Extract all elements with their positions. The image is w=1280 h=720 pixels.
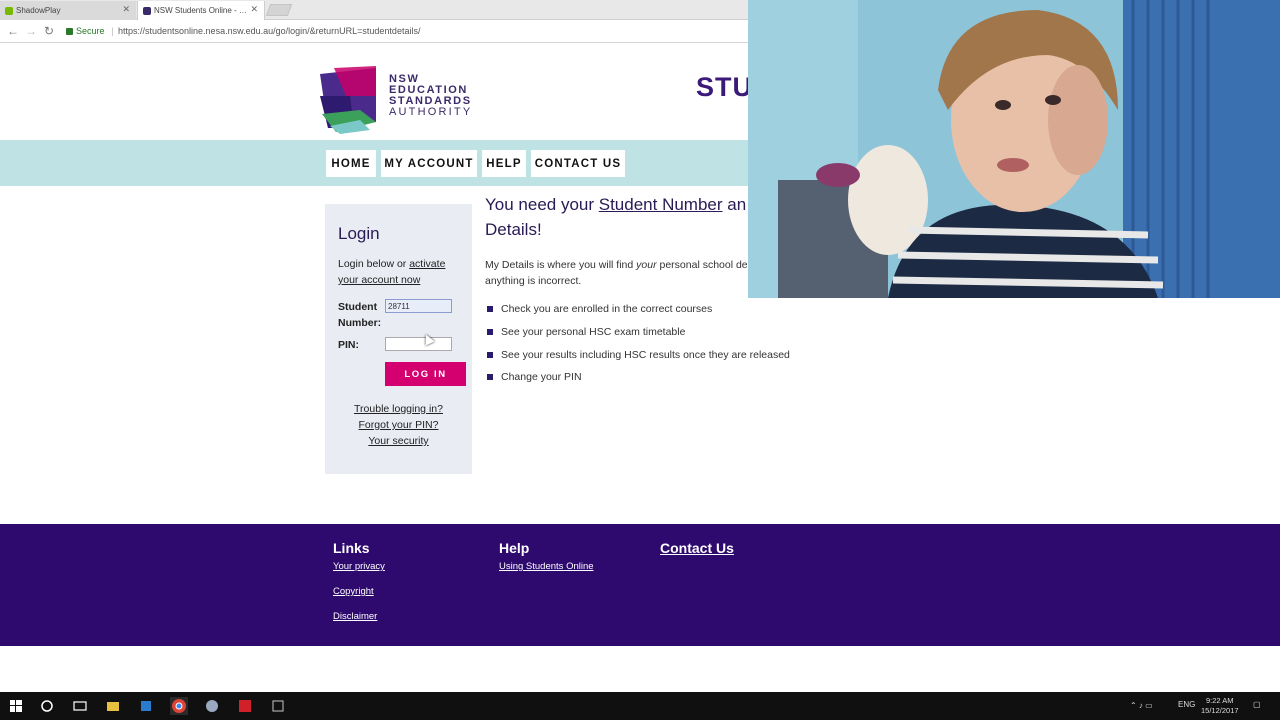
bullet-icon <box>487 352 493 358</box>
privacy-link[interactable]: Your privacy <box>333 561 385 572</box>
acrobat-icon[interactable] <box>236 697 254 715</box>
site-footer <box>0 524 1280 646</box>
cortana-search-icon[interactable] <box>38 697 56 715</box>
list-item: See your personal HSC exam timetable <box>487 326 685 338</box>
description: My Details is where you will find your p… <box>485 259 747 287</box>
forgot-pin-link[interactable]: Forgot your PIN? <box>325 419 472 431</box>
student-number-label: Student Number: <box>338 301 382 329</box>
tray-icons[interactable]: ⌃ ♪ ▭ <box>1130 701 1153 710</box>
close-tab-icon[interactable]: ✕ <box>250 4 258 15</box>
back-icon[interactable]: ← <box>7 24 19 38</box>
pin-label: PIN: <box>338 339 359 351</box>
nesa-logo-text: NSW EDUCATION STANDARDS AUTHORITY <box>389 73 473 118</box>
app-icon[interactable] <box>203 697 221 715</box>
close-tab-icon[interactable]: ✕ <box>122 4 130 15</box>
task-view-icon[interactable] <box>71 697 89 715</box>
url-field[interactable]: https://studentsonline.nesa.nsw.edu.au/g… <box>118 26 420 36</box>
windows-taskbar <box>0 692 1280 720</box>
windows-start-icon[interactable] <box>7 697 25 715</box>
using-students-online-link[interactable]: Using Students Online <box>499 561 594 572</box>
login-button[interactable]: LOG IN <box>385 362 466 386</box>
tab-label: NSW Students Online - … <box>154 6 247 15</box>
your-security-link[interactable]: Your security <box>325 435 472 447</box>
list-item: See your results including HSC results o… <box>487 349 790 361</box>
nav-help[interactable]: HELP <box>482 150 526 177</box>
nesa-favicon-icon <box>143 7 151 15</box>
webcam-overlay <box>748 0 1280 298</box>
nav-my-account[interactable]: MY ACCOUNT <box>381 150 477 177</box>
browser-tab-shadowplay[interactable]: ShadowPlay ✕ <box>0 1 136 20</box>
login-intro: Login below or activate your account now <box>338 258 446 286</box>
footer-help-heading: Help <box>499 540 530 556</box>
site-title: STU <box>696 72 753 102</box>
footer-contact-us-link[interactable]: Contact Us <box>660 540 734 556</box>
chrome-icon[interactable] <box>170 697 188 715</box>
disclaimer-link[interactable]: Disclaimer <box>333 611 377 622</box>
reload-icon[interactable]: ↻ <box>44 24 54 38</box>
store-icon[interactable] <box>137 697 155 715</box>
browser-tab-students-online[interactable]: NSW Students Online - … ✕ <box>137 1 265 20</box>
bullet-icon <box>487 329 493 335</box>
nav-home[interactable]: HOME <box>326 150 376 177</box>
list-item: Check you are enrolled in the correct co… <box>487 303 712 315</box>
secure-indicator[interactable]: Secure | <box>66 26 114 36</box>
footer-links-heading: Links <box>333 540 370 556</box>
bullet-icon <box>487 306 493 312</box>
lock-icon <box>66 27 73 35</box>
student-number-link[interactable]: Student Number <box>599 195 723 214</box>
clock[interactable]: 9:22 AM 15/12/2017 <box>1201 696 1239 716</box>
tab-label: ShadowPlay <box>16 6 61 15</box>
notifications-icon[interactable]: ▢ <box>1253 700 1261 709</box>
student-number-input[interactable] <box>385 299 452 313</box>
page-headline: You need your Student Number an Details! <box>485 195 747 239</box>
shadowplay-favicon-icon <box>5 7 13 15</box>
copyright-link[interactable]: Copyright <box>333 586 374 597</box>
file-explorer-icon[interactable] <box>104 697 122 715</box>
app-icon[interactable] <box>269 697 287 715</box>
trouble-logging-in-link[interactable]: Trouble logging in? <box>325 403 472 415</box>
pin-input[interactable] <box>385 337 452 351</box>
forward-icon[interactable]: → <box>25 24 37 38</box>
nav-contact-us[interactable]: CONTACT US <box>531 150 625 177</box>
list-item: Change your PIN <box>487 371 582 383</box>
bullet-icon <box>487 374 493 380</box>
new-tab-button[interactable] <box>265 4 293 16</box>
language-indicator[interactable]: ENG <box>1178 700 1195 709</box>
login-title: Login <box>338 224 380 243</box>
